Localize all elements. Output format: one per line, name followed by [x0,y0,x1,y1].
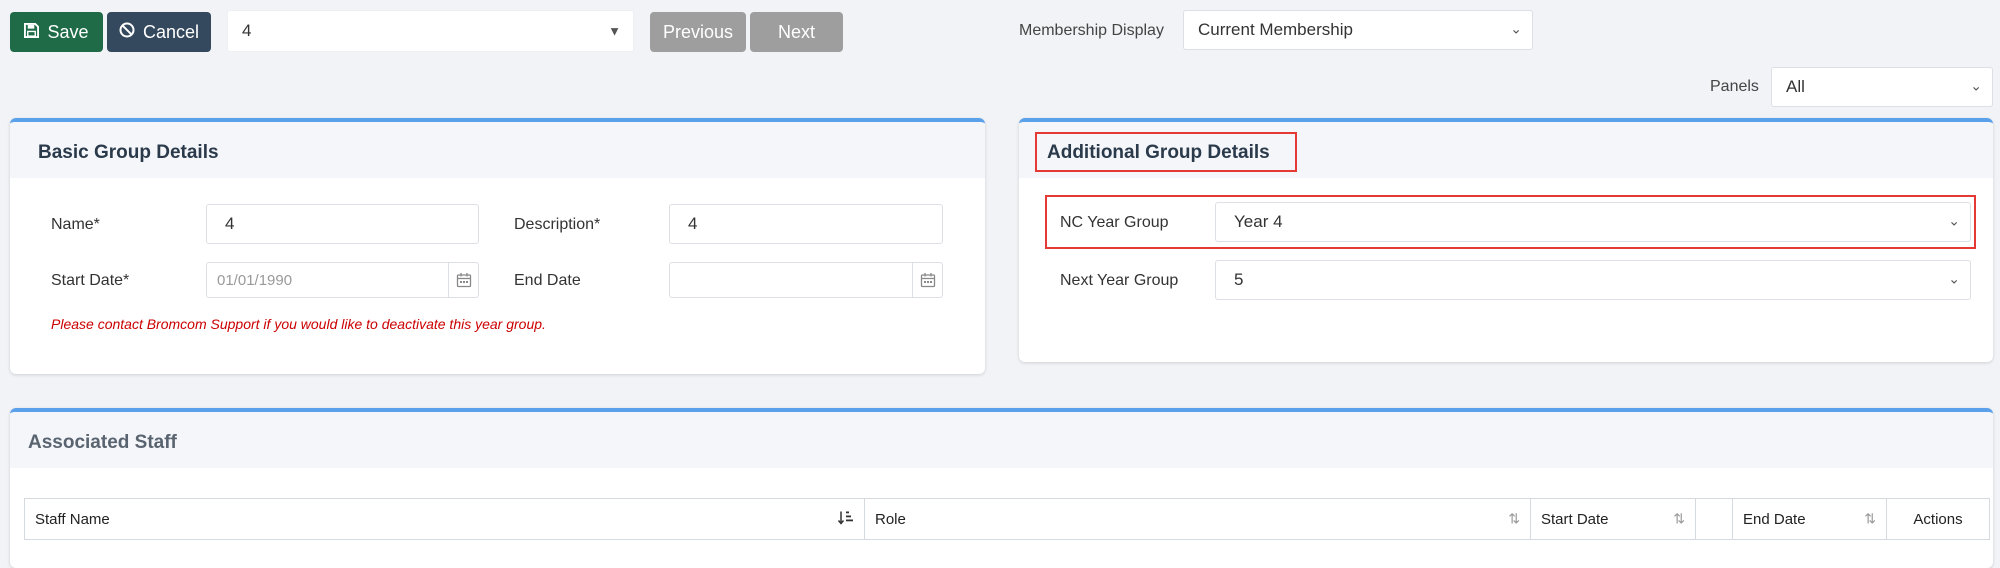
sort-icon[interactable]: ⇅ [1864,511,1876,528]
save-icon [24,22,40,43]
end-date-input[interactable] [669,262,943,298]
panel-header [10,412,1993,468]
description-value: 4 [688,214,698,233]
previous-label: Previous [662,21,734,42]
save-label: Save [47,21,89,42]
column-start-date[interactable]: Start Date ⇅ [1531,499,1696,539]
sort-icon[interactable]: ⇅ [1673,511,1685,528]
chevron-down-icon: ⌄ [1948,212,1960,229]
title-highlight-box [1035,132,1297,172]
next-year-value: 5 [1234,270,1244,289]
sort-icon[interactable]: ⇅ [1508,511,1520,528]
column-label: Role [875,510,906,528]
nc-year-select[interactable]: Year 4 ⌄ [1215,202,1971,242]
group-select[interactable]: 4 ▼ [227,10,634,52]
panel-title: Basic Group Details [38,142,219,163]
next-button[interactable]: Next [750,12,843,52]
group-select-value: 4 [242,21,252,40]
previous-button[interactable]: Previous [650,12,746,52]
column-actions: Actions [1887,499,1989,539]
save-button[interactable]: Save [10,12,103,52]
panels-value: All [1786,77,1805,96]
membership-display-label: Membership Display [1019,22,1164,39]
start-date-label: Start Date* [51,272,130,289]
start-date-input[interactable]: 01/01/1990 [206,262,479,298]
chevron-down-icon: ⌄ [1948,270,1960,287]
membership-display-value: Current Membership [1198,20,1353,39]
column-label: Staff Name [35,510,110,528]
column-label: End Date [1743,510,1806,528]
calendar-icon[interactable] [912,263,942,297]
chevron-down-icon: ⌄ [1970,77,1982,94]
associated-staff-panel: Associated Staff [10,408,1993,568]
column-blank [1696,499,1733,539]
next-year-select[interactable]: 5 ⌄ [1215,260,1971,300]
caret-down-icon: ▼ [608,23,621,39]
description-input[interactable]: 4 [669,204,943,244]
column-role[interactable]: Role ⇅ [865,499,1531,539]
calendar-icon[interactable] [448,263,478,297]
next-year-label: Next Year Group [1060,272,1179,289]
cancel-button[interactable]: Cancel [107,12,211,52]
nc-year-value: Year 4 [1234,212,1283,231]
staff-table-header: Staff Name Role ⇅ Start Date ⇅ End Date … [24,498,1990,540]
column-label: Start Date [1541,510,1609,528]
panels-label: Panels [1710,78,1759,95]
nc-year-label: NC Year Group [1060,214,1169,231]
description-label: Description* [514,216,601,233]
name-input[interactable]: 4 [206,204,479,244]
panel-title: Associated Staff [28,432,177,453]
sort-asc-icon[interactable] [837,511,854,528]
cancel-label: Cancel [142,21,200,42]
column-label: Actions [1913,510,1963,528]
column-end-date[interactable]: End Date ⇅ [1733,499,1887,539]
membership-display-select[interactable]: Current Membership ⌄ [1183,10,1533,50]
additional-group-details-panel: Additional Group Details NC Year Group Y… [1019,118,1993,362]
end-date-label: End Date [514,272,581,289]
deactivate-warning: Please contact Bromcom Support if you wo… [51,316,546,332]
name-value: 4 [225,214,235,233]
basic-group-details-panel: Basic Group Details Name* 4 Description*… [10,118,985,374]
next-label: Next [777,21,815,42]
name-label: Name* [51,216,100,233]
panels-select[interactable]: All ⌄ [1771,67,1993,107]
column-staff-name[interactable]: Staff Name [25,499,865,539]
ban-icon [119,22,135,43]
chevron-down-icon: ⌄ [1510,20,1522,37]
start-date-placeholder: 01/01/1990 [217,271,293,289]
